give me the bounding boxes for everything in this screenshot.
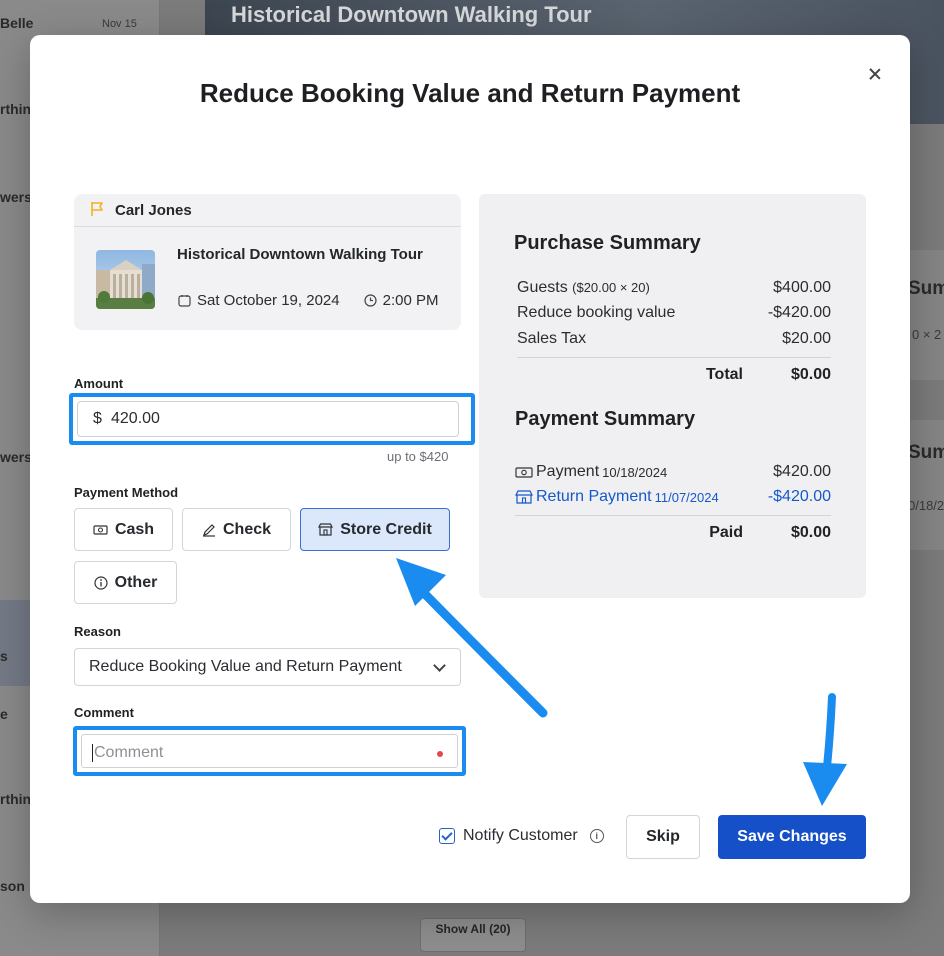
payment-summary-title: Payment Summary [515, 408, 696, 430]
summary-panel: Purchase Summary Guests ($20.00 × 20) $4… [479, 194, 866, 598]
payment-method-store-credit-button[interactable]: Store Credit [300, 508, 450, 551]
row-value: $400.00 [773, 279, 831, 296]
check-pen-icon [202, 523, 215, 537]
tour-name: Historical Downtown Walking Tour [177, 246, 423, 263]
payment-value: $420.00 [773, 463, 831, 480]
reduce-booking-modal: Reduce Booking Value and Return Payment … [30, 35, 910, 903]
cash-label: Cash [114, 520, 155, 538]
notify-customer[interactable]: Notify Customer i [439, 827, 604, 845]
bg-sidebar-item: rthin [0, 791, 32, 807]
bg-sidebar-item: son [0, 878, 25, 894]
bg-sidebar-date: Nov 15 [102, 18, 137, 30]
bg-sidebar-item: s [0, 648, 8, 664]
payment-method-label: Payment Method [74, 485, 179, 500]
bg-sidebar-item: rthin [0, 101, 32, 117]
modal-title: Reduce Booking Value and Return Payment [199, 78, 741, 108]
bg-sidebar-item: e [0, 706, 8, 722]
bg-sidebar-item: Belle [0, 15, 34, 31]
close-icon[interactable] [866, 65, 884, 83]
paid-total: Paid $0.00 [517, 524, 831, 546]
payment-method-cash-button[interactable]: Cash [74, 508, 173, 551]
cash-icon [93, 524, 108, 535]
payment-row: Payment 10/18/2024 $420.00 [515, 463, 831, 485]
bg-show-all-button: Show All (20) [420, 918, 526, 952]
comment-input[interactable]: Comment [81, 734, 458, 768]
tour-date: Sat October 19, 2024 [197, 292, 340, 309]
comment-label: Comment [74, 705, 134, 720]
comment-placeholder: Comment [92, 744, 164, 762]
paid-value: $0.00 [790, 524, 831, 541]
summary-row-tax: Sales Tax $20.00 [517, 330, 831, 352]
bg-sidebar-item: wers [0, 189, 32, 205]
notify-checkbox[interactable] [439, 828, 455, 844]
notify-label: Notify Customer [463, 827, 578, 844]
cash-icon [515, 466, 533, 478]
payment-method-check-button[interactable]: Check [182, 508, 291, 551]
check-label: Check [222, 520, 272, 538]
total-label: Total [705, 366, 743, 383]
row-label: Reduce booking value [517, 304, 676, 321]
total-value: $0.00 [790, 366, 831, 383]
row-label: Guests [517, 279, 568, 296]
booking-card-header: Carl Jones [74, 194, 461, 227]
amount-hint: up to $420 [387, 449, 449, 464]
return-payment-label[interactable]: Return Payment [536, 488, 652, 506]
reason-label: Reason [74, 624, 121, 639]
tour-datetime: Sat October 19, 2024 2:00 PM [178, 292, 438, 309]
row-value: -$420.00 [767, 304, 831, 321]
currency-prefix: $ [93, 410, 102, 427]
clock-icon [364, 294, 377, 307]
comment-highlight: Comment [73, 726, 466, 776]
info-icon[interactable]: i [589, 829, 604, 843]
payment-method-other-button[interactable]: Other [74, 561, 177, 604]
payment-label: Payment [536, 463, 600, 480]
booking-card: Carl Jones Historical Downtown Walking T… [74, 194, 461, 330]
store-credit-label: Store Credit [340, 520, 432, 538]
divider [517, 357, 831, 358]
tour-time: 2:00 PM [382, 292, 439, 309]
amount-value[interactable]: 420.00 [111, 410, 160, 428]
reason-value: Reduce Booking Value and Return Payment [89, 658, 402, 675]
bg-hero-title: Historical Downtown Walking Tour [231, 2, 592, 27]
save-changes-button[interactable]: Save Changes [718, 815, 866, 859]
chevron-down-icon [433, 659, 446, 672]
row-label: Sales Tax [517, 330, 587, 347]
amount-label: Amount [74, 376, 124, 391]
divider [515, 515, 831, 516]
tour-thumbnail [96, 250, 155, 309]
info-icon [94, 575, 108, 590]
bg-card-text: 0/18/2 [908, 498, 944, 513]
amount-highlight: $ 420.00 [69, 393, 475, 445]
summary-row-guests: Guests ($20.00 × 20) $400.00 [517, 279, 831, 301]
bg-card-text: 0 × 2 [912, 327, 942, 342]
required-indicator [437, 751, 443, 757]
bg-card-title: Sum [908, 442, 944, 463]
customer-name: Carl Jones [115, 202, 192, 219]
purchase-summary-title: Purchase Summary [514, 232, 701, 254]
flag-icon [91, 202, 103, 216]
store-icon [515, 490, 533, 504]
row-value: $20.00 [782, 330, 831, 347]
bg-sidebar-item: wers [0, 449, 32, 465]
return-payment-date: 11/07/2024 [654, 489, 719, 505]
amount-input[interactable]: $ 420.00 [77, 401, 459, 437]
calendar-icon [178, 295, 191, 307]
bg-card-title: Sum [908, 278, 944, 299]
paid-label: Paid [709, 524, 743, 541]
purchase-total: Total $0.00 [517, 366, 831, 388]
reason-select[interactable]: Reduce Booking Value and Return Payment [74, 648, 461, 686]
other-label: Other [114, 573, 158, 591]
skip-button[interactable]: Skip [626, 815, 700, 859]
row-detail: ($20.00 × 20) [572, 280, 650, 295]
store-icon [318, 523, 334, 536]
payment-date: 10/18/2024 [602, 464, 668, 480]
return-payment-value: -$420.00 [767, 488, 831, 505]
return-payment-row[interactable]: Return Payment 11/07/2024 -$420.00 [515, 488, 831, 510]
summary-row-reduce: Reduce booking value -$420.00 [517, 304, 831, 326]
